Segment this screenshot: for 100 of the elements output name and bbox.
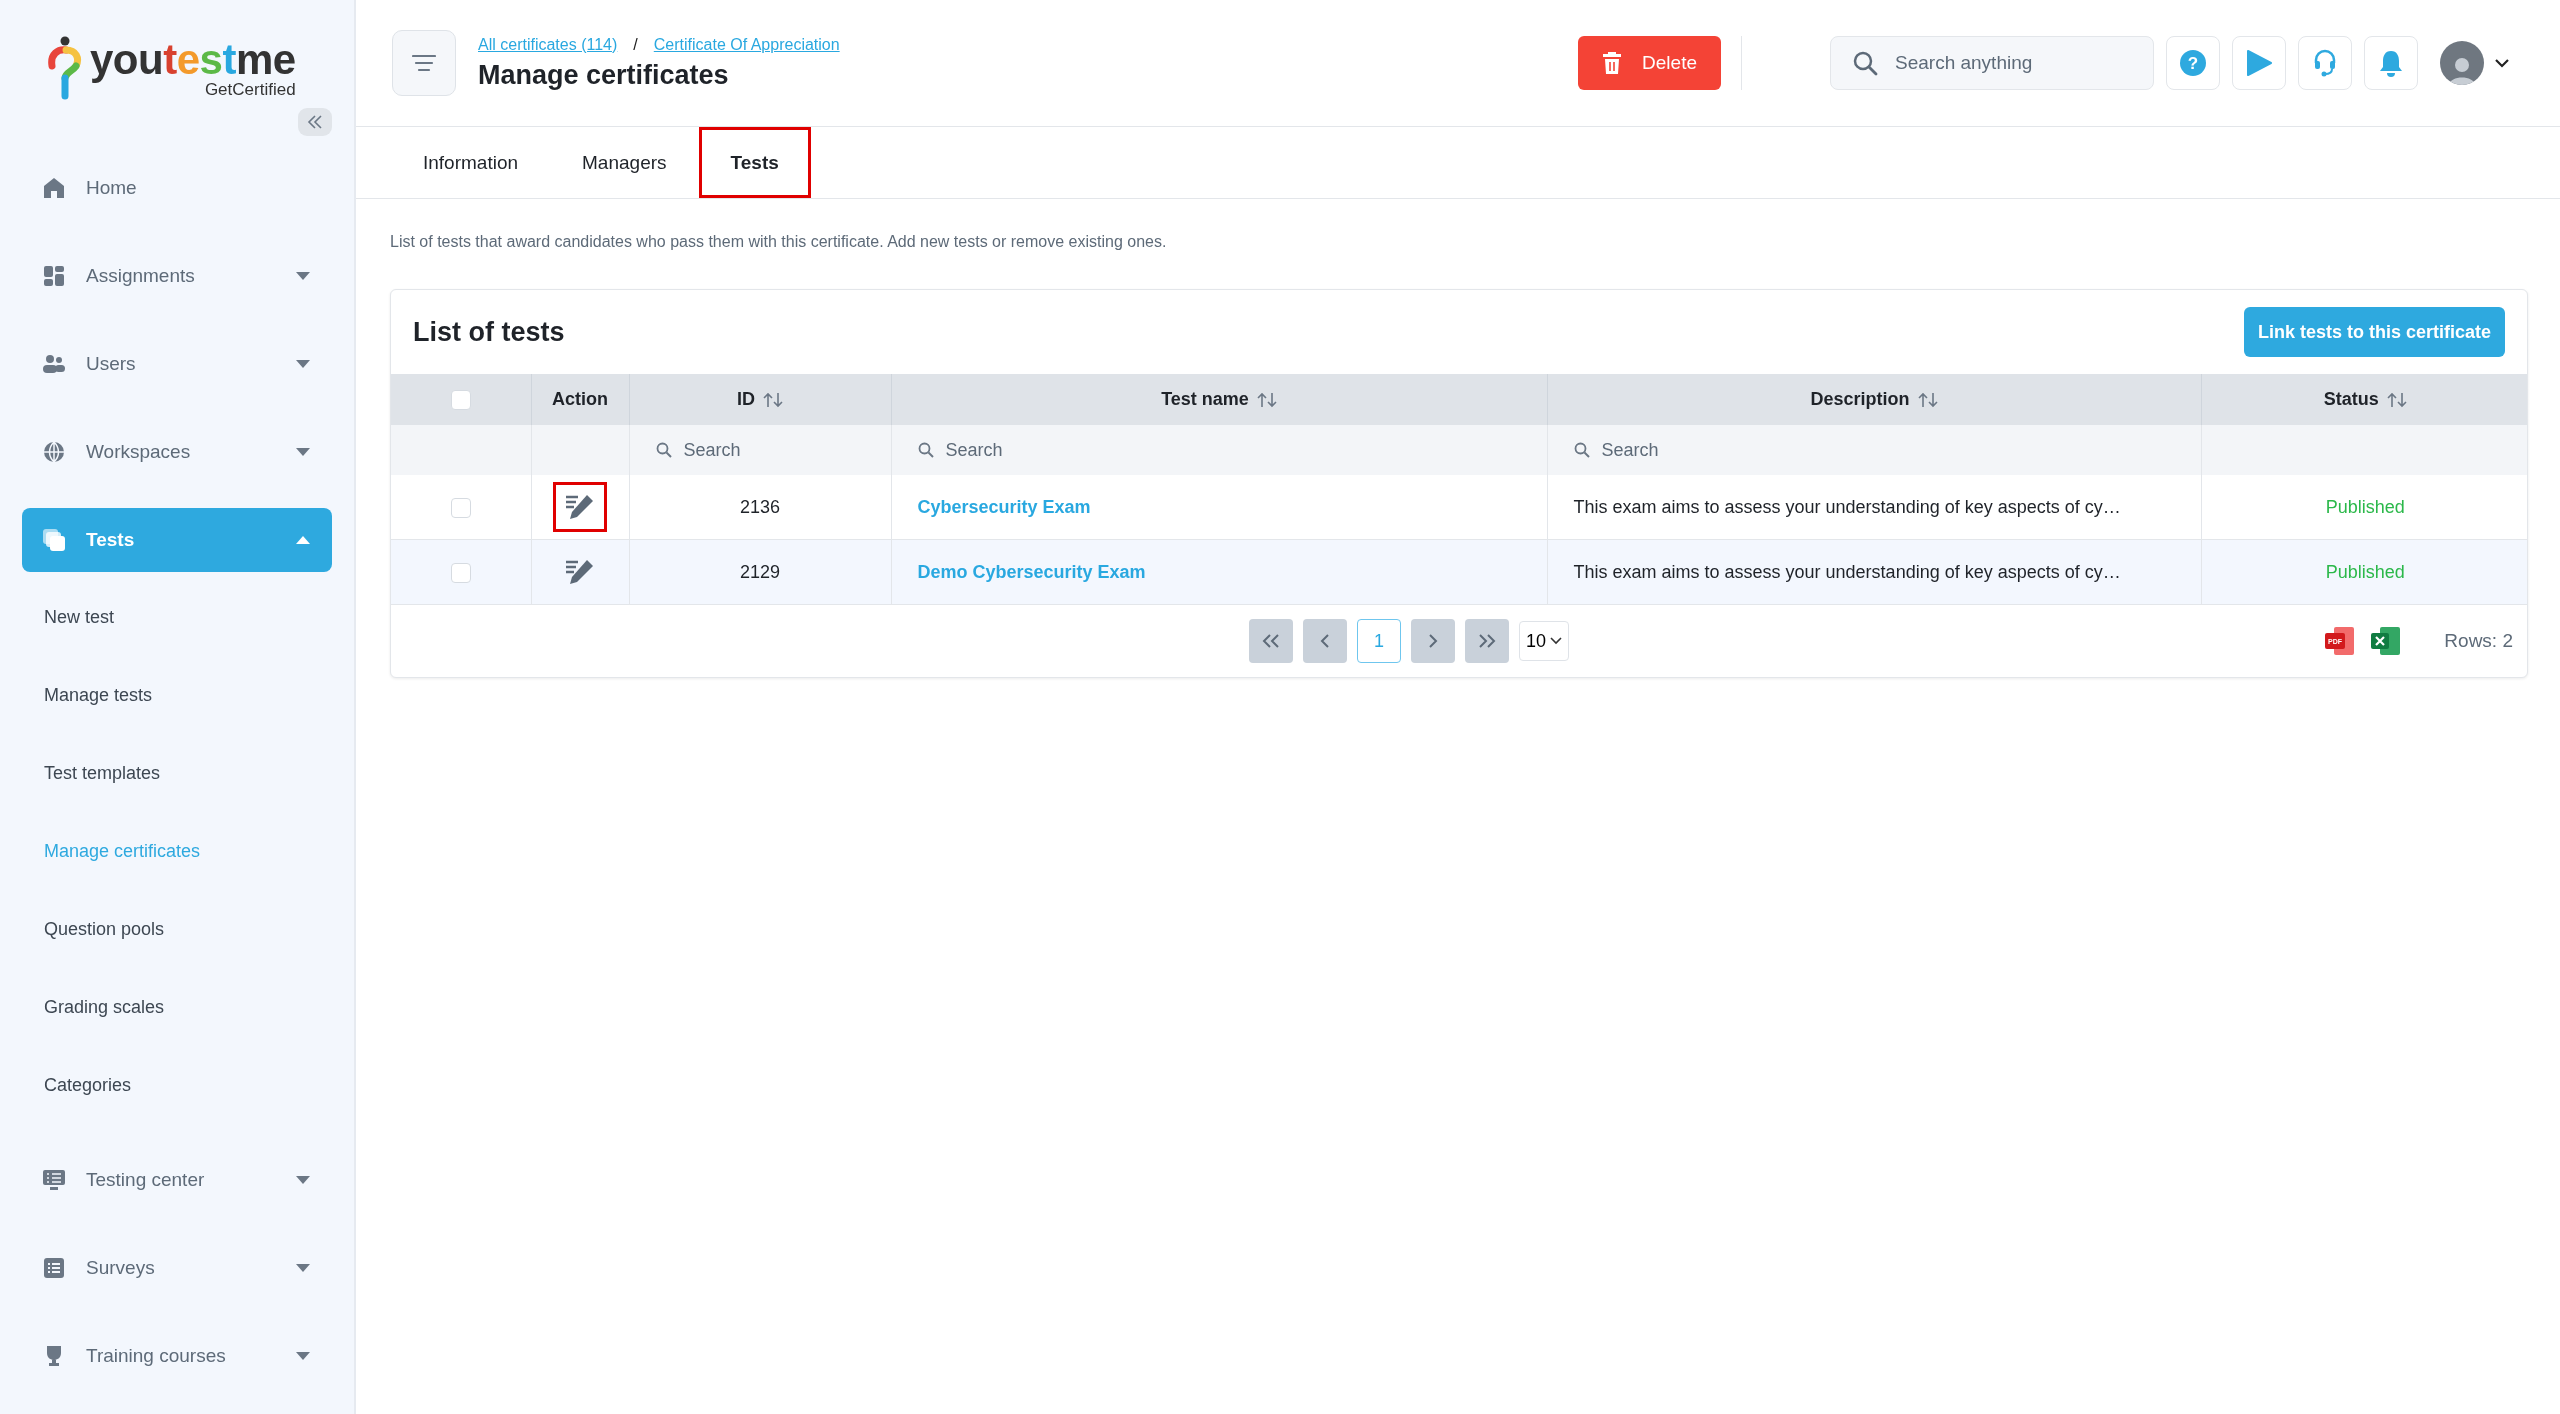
search-icon [1573, 442, 1590, 458]
home-icon [42, 176, 66, 200]
page-size-dropdown[interactable]: 10 [1519, 621, 1569, 661]
notifications-button[interactable] [2364, 36, 2418, 90]
sidebar-item[interactable]: Users [22, 332, 332, 396]
column-header[interactable]: Description [1547, 374, 2201, 425]
double-chevron-left-icon [307, 115, 323, 129]
filter-field[interactable]: Search [655, 432, 865, 468]
status-cell: Published [2201, 539, 2527, 605]
link-tests-button[interactable]: Link tests to this certificate [2243, 307, 2505, 357]
sidebar-subitem[interactable]: New test [22, 602, 115, 632]
grid-icon [42, 264, 66, 288]
chevron-right-icon [1428, 634, 1438, 648]
caret-icon [296, 272, 310, 280]
row-checkbox[interactable] [450, 562, 471, 583]
sidebar-subitem[interactable]: Test templates [22, 758, 161, 788]
filter-cell[interactable]: Search [629, 425, 891, 475]
help-icon: ? [2180, 50, 2206, 76]
excel-export-icon[interactable] [2370, 625, 2403, 657]
column-header[interactable]: ID [629, 374, 891, 425]
table-cell: This exam aims to assess your understanding of key aspects of cy… [1547, 475, 2201, 540]
sort-icon[interactable] [1256, 391, 1277, 408]
caret-icon [296, 1176, 310, 1184]
double-chevron-right-icon [1477, 634, 1497, 648]
globe-icon [42, 440, 66, 464]
sidebar-item[interactable]: Training courses [22, 1324, 332, 1388]
breadcrumb-link[interactable]: Certificate Of Appreciation [653, 35, 840, 54]
menu-icon [412, 54, 436, 72]
page-button[interactable]: 1 [1357, 619, 1401, 663]
sidebar-item[interactable]: Workspaces [22, 420, 332, 484]
help-button[interactable]: ? [2166, 36, 2220, 90]
breadcrumb-separator: / [633, 35, 638, 54]
edit-button[interactable] [553, 482, 607, 532]
filter-cell[interactable]: Search [1547, 425, 2201, 475]
chevron-down-icon[interactable] [2494, 58, 2510, 68]
tab[interactable]: Tests [698, 127, 811, 198]
edit-icon [565, 558, 595, 586]
search-icon [655, 442, 672, 458]
sort-icon[interactable] [1917, 391, 1938, 408]
support-button[interactable] [2298, 36, 2352, 90]
breadcrumb-link[interactable]: All certificates (114) [478, 35, 618, 54]
play-button[interactable] [2232, 36, 2286, 90]
sidebar-item[interactable]: Testing center [22, 1148, 332, 1212]
caret-icon [296, 360, 310, 368]
chevron-down-icon [1550, 637, 1562, 645]
sort-icon[interactable] [2386, 391, 2407, 408]
logo-icon [48, 36, 84, 102]
search-icon [917, 442, 934, 458]
card-title: List of tests [413, 316, 565, 348]
caret-icon [296, 536, 310, 544]
tests-icon [42, 528, 66, 552]
select-all-checkbox[interactable] [450, 390, 471, 411]
rows-count: Rows: 2 [2444, 630, 2513, 652]
sidebar-subitem[interactable]: Question pools [22, 914, 165, 944]
logo-text: youtestme [90, 36, 296, 83]
search-field[interactable]: Search anything [1830, 36, 2154, 90]
sidebar-item[interactable]: Assignments [22, 244, 332, 308]
search-icon [1852, 50, 1878, 76]
page-title: Manage certificates [478, 59, 730, 91]
status-cell: Published [2201, 475, 2527, 540]
filter-field[interactable]: Search [1573, 432, 2175, 468]
users-icon [42, 352, 66, 376]
trash-icon [1602, 51, 1623, 75]
filter-cell[interactable]: Search [891, 425, 1547, 475]
double-chevron-left-icon [1261, 634, 1281, 648]
tab[interactable]: Information [391, 127, 551, 198]
sidebar-subitem[interactable]: Manage tests [22, 680, 153, 710]
sidebar-subitem[interactable]: Grading scales [22, 992, 165, 1022]
play-icon [2246, 49, 2272, 77]
edit-icon [565, 493, 595, 521]
column-header[interactable]: Status [2201, 374, 2527, 425]
caret-icon [296, 1352, 310, 1360]
test-name-link[interactable]: Cybersecurity Exam [917, 496, 1091, 517]
intro-text: List of tests that award candidates who pass them with this certificate. Add new tests or remove existing ones. [390, 233, 1168, 251]
table-cell: 2136 [629, 475, 891, 540]
table-cell: This exam aims to assess your understanding of key aspects of cy… [1547, 539, 2201, 605]
headset-icon [2313, 49, 2337, 77]
monitor-icon [42, 1168, 66, 1192]
column-header[interactable]: Action [531, 374, 629, 425]
list-icon [42, 1256, 66, 1280]
caret-icon [296, 1264, 310, 1272]
menu-button[interactable] [392, 30, 456, 96]
caret-icon [296, 448, 310, 456]
sort-icon[interactable] [763, 391, 783, 408]
sidebar-item[interactable]: Surveys [22, 1236, 332, 1300]
filter-field[interactable]: Search [917, 432, 1521, 468]
table-cell: 2129 [629, 539, 891, 605]
last-page-button[interactable] [1465, 619, 1509, 663]
row-checkbox[interactable] [450, 497, 471, 518]
avatar[interactable] [2440, 41, 2484, 85]
chevron-left-icon [1320, 634, 1330, 648]
logo-tagline: GetCertified [204, 80, 296, 100]
sidebar-subitem[interactable]: Categories [22, 1070, 132, 1100]
collapse-sidebar-button[interactable] [298, 108, 332, 136]
column-header[interactable]: Test name [891, 374, 1547, 425]
sidebar-item[interactable]: Tests [22, 508, 332, 572]
first-page-button[interactable] [1249, 619, 1293, 663]
tab[interactable]: Managers [550, 127, 699, 198]
sidebar-item[interactable]: Home [22, 156, 332, 220]
delete-button[interactable]: Delete [1578, 36, 1721, 90]
